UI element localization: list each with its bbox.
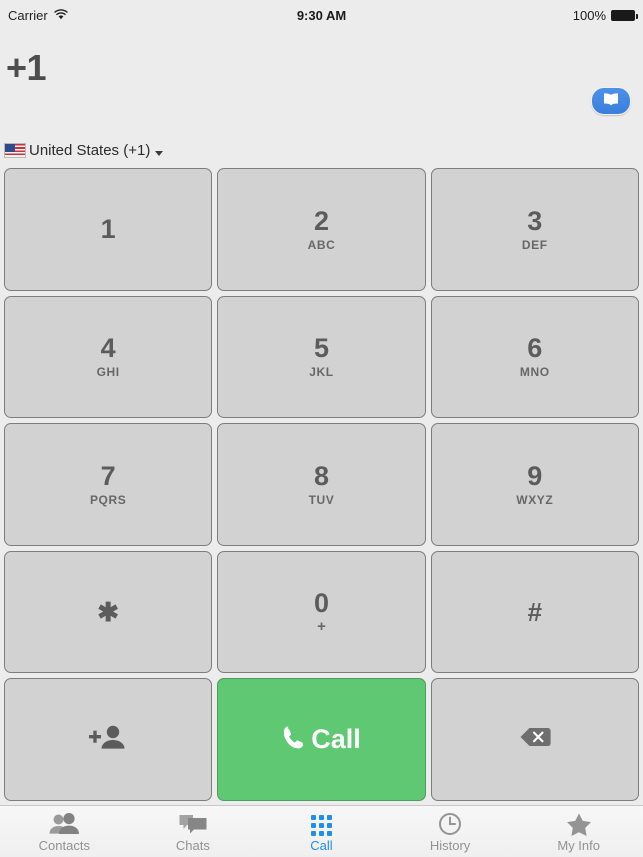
battery-full-icon bbox=[611, 9, 638, 21]
key-6-letters: MNO bbox=[519, 365, 550, 380]
status-bar: Carrier 9:30 AM 100% bbox=[0, 0, 643, 30]
battery-percent-label: 100% bbox=[572, 7, 606, 23]
key-9[interactable]: 9 WXYZ bbox=[430, 423, 639, 546]
chat-bubbles-icon bbox=[178, 812, 208, 836]
key-0-digit: 0 bbox=[313, 588, 329, 619]
tab-my-info[interactable]: My Info bbox=[514, 806, 643, 857]
tab-call[interactable]: Call bbox=[257, 806, 386, 857]
tab-chats-label: Chats bbox=[175, 837, 210, 853]
key-8-digit: 8 bbox=[313, 460, 329, 491]
address-book-button[interactable] bbox=[591, 87, 631, 115]
tab-contacts[interactable]: Contacts bbox=[0, 806, 129, 857]
tab-contacts-label: Contacts bbox=[38, 837, 90, 853]
key-9-digit: 9 bbox=[527, 460, 543, 491]
carrier-label: Carrier bbox=[8, 7, 48, 23]
backspace-delete-icon bbox=[519, 726, 551, 753]
key-3-digit: 3 bbox=[527, 205, 543, 236]
tab-call-label: Call bbox=[310, 837, 333, 853]
tab-my-info-label: My Info bbox=[557, 837, 600, 853]
key-3-letters: DEF bbox=[521, 237, 548, 252]
key-9-letters: WXYZ bbox=[516, 492, 554, 507]
key-3[interactable]: 3 DEF bbox=[430, 168, 639, 291]
key-0-plus: + bbox=[317, 618, 326, 636]
key-4-letters: GHI bbox=[96, 365, 120, 380]
tab-history-label: History bbox=[429, 837, 471, 853]
tab-chats[interactable]: Chats bbox=[129, 806, 258, 857]
key-5-digit: 5 bbox=[313, 333, 329, 364]
tab-bar: Contacts Chats Call History My Info bbox=[0, 805, 643, 857]
backspace-button[interactable] bbox=[430, 678, 639, 801]
key-2-letters: ABC bbox=[307, 237, 336, 252]
key-1-digit: 1 bbox=[100, 213, 116, 244]
add-person-icon bbox=[87, 723, 129, 756]
us-flag-icon bbox=[4, 143, 26, 158]
key-4-digit: 4 bbox=[100, 333, 116, 364]
key-1[interactable]: 1 bbox=[4, 168, 213, 291]
number-header: +1 United States (+1) bbox=[0, 30, 643, 165]
keypad-grid-dots bbox=[310, 814, 332, 836]
chevron-down-icon bbox=[155, 150, 164, 156]
key-7-digit: 7 bbox=[100, 460, 116, 491]
star-icon bbox=[565, 812, 593, 836]
key-star[interactable]: ✱ bbox=[4, 550, 213, 674]
key-2[interactable]: 2 ABC bbox=[217, 168, 426, 291]
phone-handset-icon bbox=[282, 725, 305, 755]
key-6-digit: 6 bbox=[527, 333, 543, 364]
keypad-grid: 1 2 ABC 3 DEF 4 GHI 5 JKL 6 MNO 7 PQRS 8… bbox=[0, 165, 643, 805]
wifi-icon bbox=[54, 8, 68, 23]
key-7[interactable]: 7 PQRS bbox=[4, 423, 213, 546]
key-hash[interactable]: # bbox=[430, 550, 639, 674]
add-contact-button[interactable] bbox=[4, 678, 213, 801]
keypad-grid-icon bbox=[310, 812, 332, 836]
status-bar-left: Carrier bbox=[8, 8, 68, 23]
address-book-icon bbox=[601, 91, 621, 112]
call-button-label: Call bbox=[311, 724, 361, 755]
key-6[interactable]: 6 MNO bbox=[430, 295, 639, 419]
phone-number-display[interactable]: +1 bbox=[6, 50, 47, 86]
call-button[interactable]: Call bbox=[217, 678, 426, 801]
key-8[interactable]: 8 TUV bbox=[217, 423, 426, 546]
dialer-screen: Carrier 9:30 AM 100% +1 United States (+… bbox=[0, 0, 643, 857]
key-5-letters: JKL bbox=[309, 365, 334, 380]
status-bar-clock: 9:30 AM bbox=[296, 7, 347, 23]
key-hash-glyph: # bbox=[527, 597, 543, 628]
key-7-letters: PQRS bbox=[89, 492, 127, 507]
key-0[interactable]: 0 + bbox=[217, 550, 426, 674]
key-8-letters: TUV bbox=[308, 492, 335, 507]
key-4[interactable]: 4 GHI bbox=[4, 295, 213, 419]
key-2-digit: 2 bbox=[313, 205, 329, 236]
clock-icon bbox=[437, 812, 463, 836]
status-bar-right: 100% bbox=[572, 7, 638, 23]
key-star-glyph: ✱ bbox=[97, 597, 120, 628]
country-selector[interactable]: United States (+1) bbox=[4, 142, 164, 159]
contacts-people-icon bbox=[48, 812, 80, 836]
key-5[interactable]: 5 JKL bbox=[217, 295, 426, 419]
country-name-label: United States (+1) bbox=[29, 142, 151, 159]
tab-history[interactable]: History bbox=[386, 806, 515, 857]
